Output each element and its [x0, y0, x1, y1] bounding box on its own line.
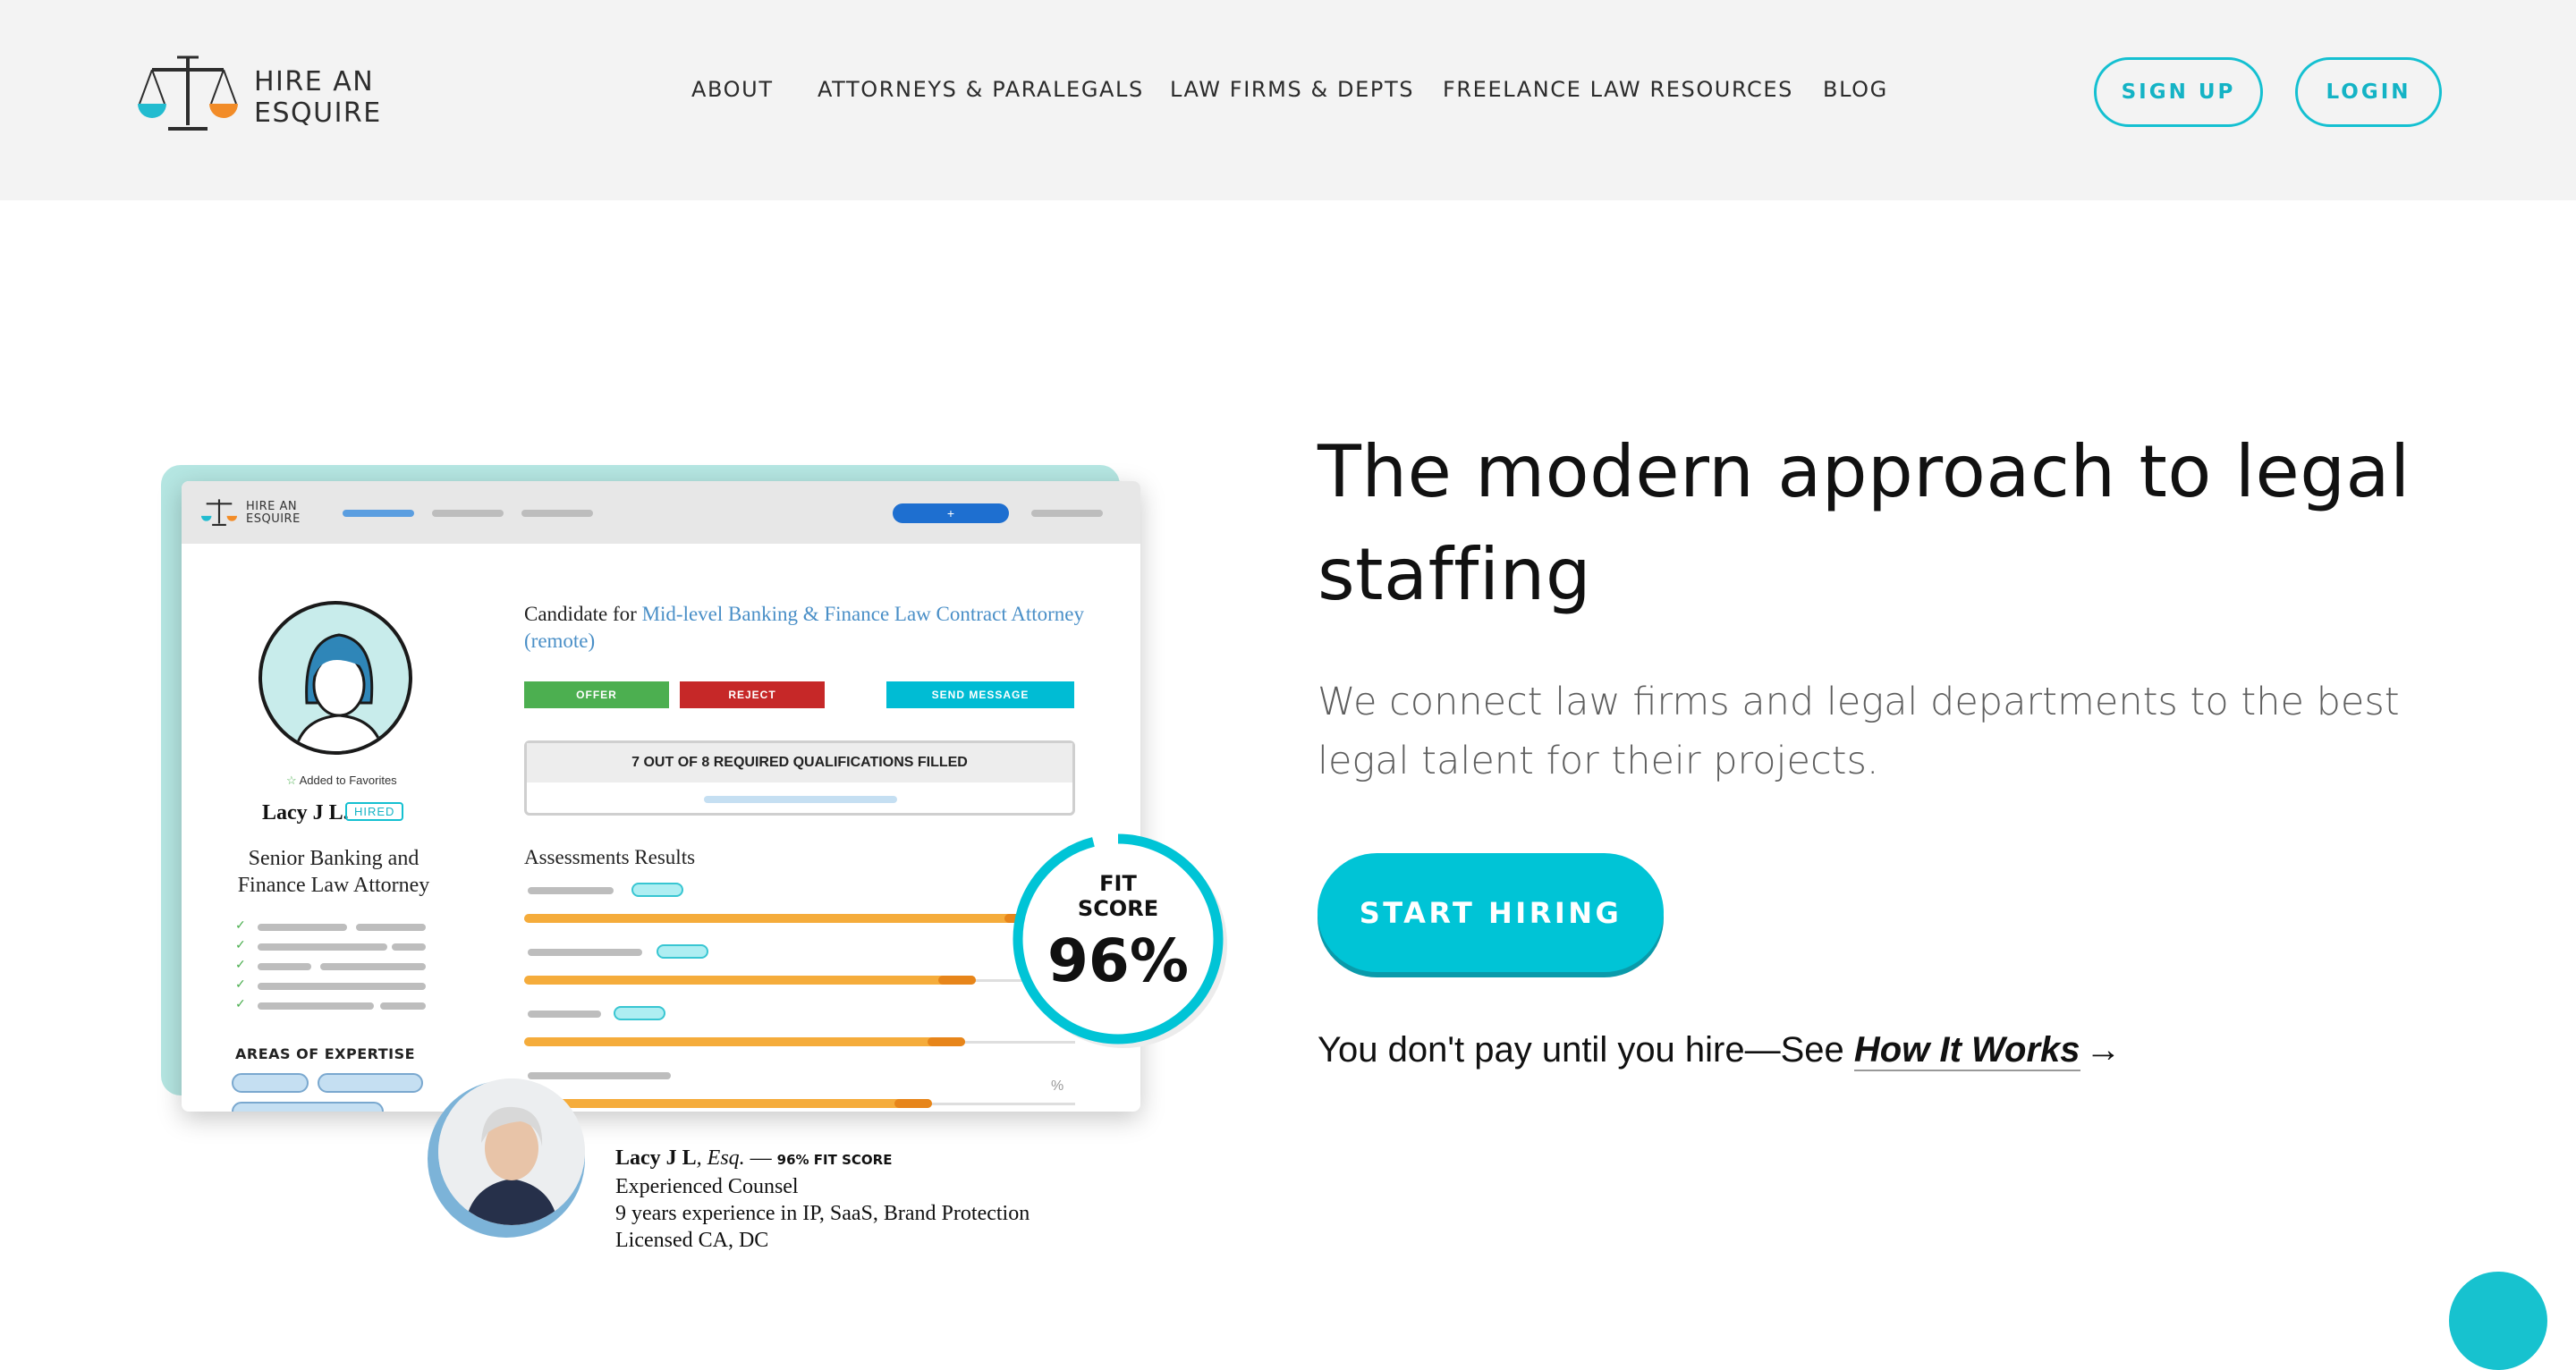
bio-experience: 9 years experience in IP, SaaS, Brand Pr… [615, 1202, 1030, 1225]
mockup-scales-icon [201, 499, 237, 526]
hired-badge: HIRED [345, 802, 404, 821]
qualifications-panel: 7 OUT OF 8 REQUIRED QUALIFICATIONS FILLE… [524, 740, 1075, 816]
scales-of-justice-icon [138, 55, 238, 131]
start-hiring-button[interactable]: START HIRING [1318, 853, 1664, 972]
bio-role: Experienced Counsel [615, 1175, 799, 1198]
login-button[interactable]: LOGIN [2295, 57, 2442, 127]
assessment-label [528, 1072, 671, 1079]
favorites-indicator: ☆ Added to Favorites [286, 774, 397, 788]
mockup-nav-active [343, 510, 414, 517]
areas-of-expertise-heading: AREAS OF EXPERTISE [235, 1045, 416, 1062]
candidate-title: Senior Banking and Finance Law Attorney [237, 847, 430, 897]
skill-line [320, 963, 426, 970]
brand-line-2: ESQUIRE [254, 97, 382, 129]
bio-dash: — [744, 1146, 777, 1170]
assessments-heading: Assessments Results [524, 846, 696, 868]
candidate-for: Candidate for Mid-level Banking & Financ… [524, 601, 1088, 655]
skill-line [356, 924, 426, 931]
arrow-right-icon: → [2085, 1030, 2122, 1070]
checkmark-icon: ✓ [235, 977, 246, 991]
brand-wordmark: HIRE AN ESQUIRE [254, 66, 382, 129]
bio-fit-score: 96% FIT SCORE [776, 1152, 893, 1168]
brand-logo[interactable]: HIRE AN ESQUIRE [138, 54, 388, 134]
profile-photo [438, 1078, 585, 1225]
percent-label: % [1051, 1078, 1064, 1094]
assessment-score-bar [524, 976, 977, 985]
mockup-add-button: + [893, 503, 1009, 523]
expertise-chip [232, 1073, 309, 1093]
skill-line [258, 943, 387, 951]
assessment-score-end [894, 1099, 932, 1108]
skill-line [258, 1002, 374, 1010]
reject-button: REJECT [680, 681, 825, 708]
dashboard-mockup: HIRE AN ESQUIRE + ☆ Added to Favorites L… [182, 481, 1140, 1112]
fit-label-line-2: SCORE [1077, 896, 1159, 921]
skill-line [392, 943, 426, 951]
assessment-tag [631, 883, 683, 897]
bio-suffix: , Esq. [696, 1146, 745, 1170]
mockup-wordmark: HIRE AN ESQUIRE [246, 501, 301, 526]
fit-score-badge: FIT SCORE 96% [1009, 830, 1227, 1048]
nav-blog[interactable]: BLOG [1823, 77, 1888, 102]
nav-about[interactable]: ABOUT [691, 77, 774, 102]
nav-law-firms-depts[interactable]: LAW FIRMS & DEPTS [1170, 77, 1414, 102]
assessment-score-end [938, 976, 977, 985]
candidate-for-prefix: Candidate for [524, 603, 642, 625]
candidate-avatar [258, 601, 412, 755]
pay-info: You don't pay until you hire—See How It … [1318, 1030, 2122, 1071]
portrait-illustration [438, 1078, 585, 1225]
bio-licensed: Licensed CA, DC [615, 1229, 769, 1252]
how-it-works-link[interactable]: How It Works [1853, 1030, 2080, 1071]
nav-attorneys-paralegals[interactable]: ATTORNEYS & PARALEGALS [818, 77, 1144, 102]
pay-info-text: You don't pay until you hire—See [1318, 1030, 1854, 1070]
mockup-topbar: HIRE AN ESQUIRE + [182, 481, 1140, 544]
expertise-chip [232, 1102, 384, 1112]
qualifications-progress [704, 796, 897, 803]
assessment-score-bar [524, 1037, 965, 1046]
chat-launcher-button[interactable] [2449, 1272, 2547, 1370]
assessment-label [528, 1011, 601, 1018]
checkmark-icon: ✓ [235, 918, 246, 932]
assessment-tag [614, 1006, 665, 1020]
assessment-score-bar [524, 1099, 932, 1108]
assessment-label [528, 949, 642, 956]
offer-button: OFFER [524, 681, 669, 708]
bio-headline: Lacy J L, Esq. — 96% FIT SCORE [615, 1145, 1030, 1173]
skill-line [258, 924, 347, 931]
checkmark-icon: ✓ [235, 957, 246, 971]
assessment-tag [657, 944, 708, 959]
mockup-wordmark-line-2: ESQUIRE [246, 512, 301, 526]
mockup-nav-item [521, 510, 593, 517]
mockup-wordmark-line-1: HIRE AN [246, 500, 298, 513]
qualifications-label: 7 OUT OF 8 REQUIRED QUALIFICATIONS FILLE… [527, 743, 1072, 782]
candidate-name: Lacy J L. [262, 801, 349, 825]
skill-line [380, 1002, 426, 1010]
signup-button[interactable]: SIGN UP [2094, 57, 2263, 127]
mockup-nav-item [432, 510, 504, 517]
mockup-nav-item [1031, 510, 1103, 517]
assessment-score-end [927, 1037, 965, 1046]
candidate-bio: Lacy J L, Esq. — 96% FIT SCORE Experienc… [615, 1145, 1030, 1254]
star-icon: ☆ [286, 774, 297, 787]
hero-title: The modern approach to legal staffing [1318, 430, 2411, 616]
skill-line [258, 983, 426, 990]
send-message-button: SEND MESSAGE [886, 681, 1074, 708]
fit-score-value: 96% [1047, 926, 1189, 995]
site-header: HIRE AN ESQUIRE ABOUT ATTORNEYS & PARALE… [0, 0, 2576, 200]
avatar-illustration [293, 633, 385, 751]
nav-freelance-law-resources[interactable]: FREELANCE LAW RESOURCES [1443, 77, 1793, 102]
checkmark-icon: ✓ [235, 996, 246, 1011]
favorites-label: Added to Favorites [299, 774, 397, 787]
expertise-chip [318, 1073, 423, 1093]
assessment-label [528, 887, 614, 894]
checkmark-icon: ✓ [235, 937, 246, 951]
assessment-score-bar [524, 914, 1043, 923]
bio-name: Lacy J L [615, 1146, 697, 1170]
brand-line-1: HIRE AN [254, 66, 375, 97]
fit-label-line-1: FIT [1099, 871, 1137, 896]
skill-line [258, 963, 311, 970]
hero-subtitle: We connect law firms and legal departmen… [1318, 680, 2400, 783]
